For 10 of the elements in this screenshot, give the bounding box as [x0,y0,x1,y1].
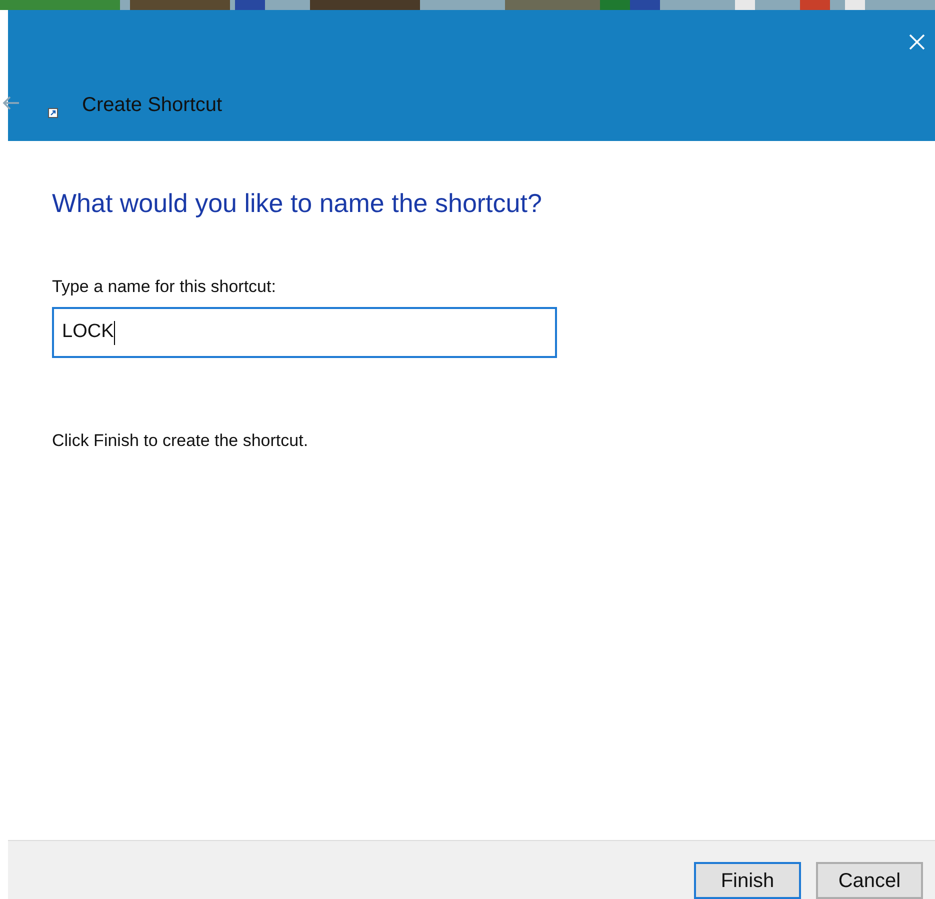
back-arrow-icon[interactable] [2,96,20,110]
dialog-button[interactable]: Cancel [816,862,923,899]
shortcut-icon [48,108,58,118]
instruction-text: Click Finish to create the shortcut. [52,430,310,452]
dialog-button[interactable]: Finish [694,862,801,899]
field-label: Type a name for this shortcut: [52,276,277,298]
window-title: Create Shortcut [82,93,222,118]
close-icon[interactable] [909,34,925,50]
wizard-heading: What would you like to name the shortcut? [52,187,543,220]
name-input-field[interactable]: LOCK [52,307,557,358]
